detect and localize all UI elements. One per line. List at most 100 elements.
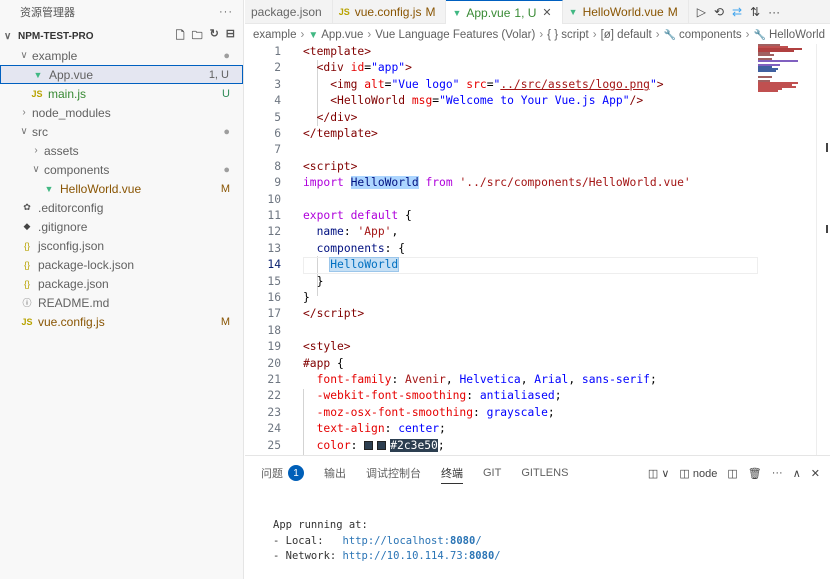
- history-icon[interactable]: ⟲: [714, 5, 724, 19]
- code-line[interactable]: 21 font-family: Avenir, Helvetica, Arial…: [245, 372, 830, 388]
- network-url[interactable]: http://10.10.114.73:: [343, 550, 469, 562]
- tree-item[interactable]: › assets: [0, 141, 243, 160]
- chevron-down-icon: ∨: [4, 30, 12, 42]
- code-line[interactable]: 4 <HelloWorld msg="Welcome to Your Vue.j…: [245, 93, 830, 109]
- code-line[interactable]: 14 HelloWorld: [245, 257, 830, 274]
- local-label: - Local:: [273, 534, 343, 547]
- compare-icon[interactable]: ⇄: [732, 5, 742, 19]
- code-line[interactable]: 24 text-align: center;: [245, 421, 830, 437]
- editor-scrollbar[interactable]: [816, 44, 830, 455]
- tree-item[interactable]: ▼ HelloWorld.vue M: [0, 179, 243, 198]
- line-number: 5: [274, 110, 281, 124]
- tree-item[interactable]: ✿ .editorconfig: [0, 198, 243, 217]
- project-root[interactable]: ∨ NPM-TEST-PRO 🗋 🗀 ↻ ⊟: [0, 26, 243, 46]
- breadcrumb-item[interactable]: 🔧 components: [664, 29, 742, 41]
- tree-item-label: package-lock.json: [38, 257, 135, 272]
- tree-item[interactable]: JS vue.config.js M: [0, 312, 243, 331]
- panel-tab[interactable]: 问题 1: [261, 456, 304, 490]
- line-number: 15: [267, 274, 281, 288]
- tree-item[interactable]: {} jsconfig.json: [0, 236, 243, 255]
- new-terminal-icon[interactable]: ◫ ∨: [648, 467, 670, 480]
- code-line[interactable]: 10: [245, 192, 830, 208]
- local-url-end[interactable]: /: [475, 535, 481, 547]
- kill-terminal-icon[interactable]: 🗑: [748, 467, 762, 480]
- run-icon[interactable]: ▷: [697, 5, 706, 19]
- code-line[interactable]: 12 name: 'App',: [245, 224, 830, 240]
- collapse-all-icon[interactable]: ⊟: [226, 27, 235, 46]
- breadcrumb-item[interactable]: ▼ App.vue: [308, 29, 363, 41]
- minimap[interactable]: [758, 44, 816, 124]
- network-url-end[interactable]: /: [494, 550, 500, 562]
- code-line[interactable]: 19 <style>: [245, 339, 830, 355]
- close-icon[interactable]: ✕: [542, 6, 551, 19]
- new-folder-icon[interactable]: 🗀: [192, 27, 203, 46]
- network-port[interactable]: 8080: [469, 550, 494, 562]
- code-text: text-align: center;: [316, 422, 446, 436]
- code-editor[interactable]: 1 <template> 2 <div id="app"> 3 <img alt="V…: [245, 44, 830, 455]
- code-line[interactable]: 8 <script>: [245, 159, 830, 175]
- breadcrumb-item[interactable]: 🔧 HelloWorld: [754, 29, 825, 41]
- tree-item[interactable]: ◆ .gitignore: [0, 217, 243, 236]
- tree-item[interactable]: JS main.js U: [0, 84, 243, 103]
- terminal-line: - Local: http://localhost:8080/: [273, 535, 482, 547]
- code-line[interactable]: 9 import HelloWorld from '../src/componen…: [245, 175, 830, 191]
- breadcrumb-item[interactable]: { } script: [547, 29, 589, 41]
- tree-item[interactable]: › node_modules: [0, 103, 243, 122]
- code-line[interactable]: 5 </div>: [245, 110, 830, 126]
- code-line[interactable]: 7: [245, 142, 830, 158]
- refresh-icon[interactable]: ↻: [210, 27, 219, 46]
- code-line[interactable]: 1 <template>: [245, 44, 830, 60]
- tree-item[interactable]: ▼ App.vue 1, U: [0, 65, 243, 84]
- local-port[interactable]: 8080: [450, 535, 475, 547]
- breadcrumb-item[interactable]: [ø] default: [601, 29, 652, 41]
- code-line[interactable]: 16}: [245, 290, 830, 306]
- breadcrumb-item[interactable]: Vue Language Features (Volar): [375, 29, 535, 41]
- tree-item[interactable]: {} package-lock.json: [0, 255, 243, 274]
- code-line[interactable]: 13 components: {: [245, 241, 830, 257]
- split-terminal-icon[interactable]: ◫: [727, 467, 737, 480]
- panel-tab[interactable]: GITLENS: [521, 456, 568, 490]
- line-number: 3: [274, 77, 281, 91]
- tree-item[interactable]: ∨ components ●: [0, 160, 243, 179]
- terminal-output[interactable]: App running at: - Local: http://localhos…: [273, 518, 501, 565]
- more-icon[interactable]: ···: [772, 467, 783, 479]
- maximize-panel-icon[interactable]: ∧: [793, 467, 801, 480]
- editor-tab[interactable]: ▼ HelloWorld.vue M: [563, 0, 689, 24]
- code-line[interactable]: 11 export default {: [245, 208, 830, 224]
- more-icon[interactable]: ···: [768, 5, 780, 19]
- tree-item[interactable]: {} package.json: [0, 274, 243, 293]
- new-file-icon[interactable]: 🗋: [176, 27, 185, 46]
- editor-tab[interactable]: ▼ App.vue 1, U ✕: [446, 0, 563, 24]
- code-text: <HelloWorld msg="Welcome to Your Vue.js …: [330, 94, 644, 108]
- editor-tab[interactable]: package.json: [245, 0, 333, 24]
- git-compare-icon[interactable]: ⇅: [750, 5, 760, 19]
- panel-tab[interactable]: 输出: [324, 456, 346, 490]
- code-line[interactable]: 20 #app {: [245, 356, 830, 372]
- breadcrumb-separator: ›: [592, 29, 597, 41]
- code-line[interactable]: 18: [245, 323, 830, 339]
- panel-tab[interactable]: 终端: [441, 456, 463, 490]
- code-line[interactable]: 23 -moz-osx-font-smoothing: grayscale;: [245, 405, 830, 421]
- panel-tab[interactable]: GIT: [483, 456, 501, 490]
- code-line[interactable]: 25 color: #2c3e50;: [245, 438, 830, 454]
- breadcrumb-item[interactable]: example: [253, 29, 296, 41]
- code-line[interactable]: 15 }: [245, 274, 830, 290]
- code-line[interactable]: 17 </script>: [245, 306, 830, 322]
- code-line[interactable]: 2 <div id="app">: [245, 60, 830, 76]
- panel-tab[interactable]: 调试控制台: [366, 456, 421, 490]
- code-line[interactable]: 22 -webkit-font-smoothing: antialiased;: [245, 388, 830, 404]
- more-actions-icon[interactable]: ···: [219, 6, 233, 18]
- tree-item-label: main.js: [48, 86, 87, 101]
- code-line[interactable]: 3 <img alt="Vue logo" src="../src/assets…: [245, 77, 830, 93]
- code-line[interactable]: 6 </template>: [245, 126, 830, 142]
- line-number: 19: [267, 340, 281, 354]
- tree-item[interactable]: ⓘ README.md: [0, 293, 243, 312]
- tree-item[interactable]: ∨ example ●: [0, 46, 243, 65]
- tree-item[interactable]: ∨ src ●: [0, 122, 243, 141]
- editor-tab[interactable]: JS vue.config.js M: [333, 0, 447, 24]
- panel-tab-label: GIT: [483, 467, 502, 479]
- close-panel-icon[interactable]: ✕: [811, 467, 820, 480]
- local-url[interactable]: http://localhost:: [343, 535, 450, 547]
- code-text: </div>: [316, 110, 358, 124]
- terminal-selector[interactable]: ◫ node: [679, 467, 717, 480]
